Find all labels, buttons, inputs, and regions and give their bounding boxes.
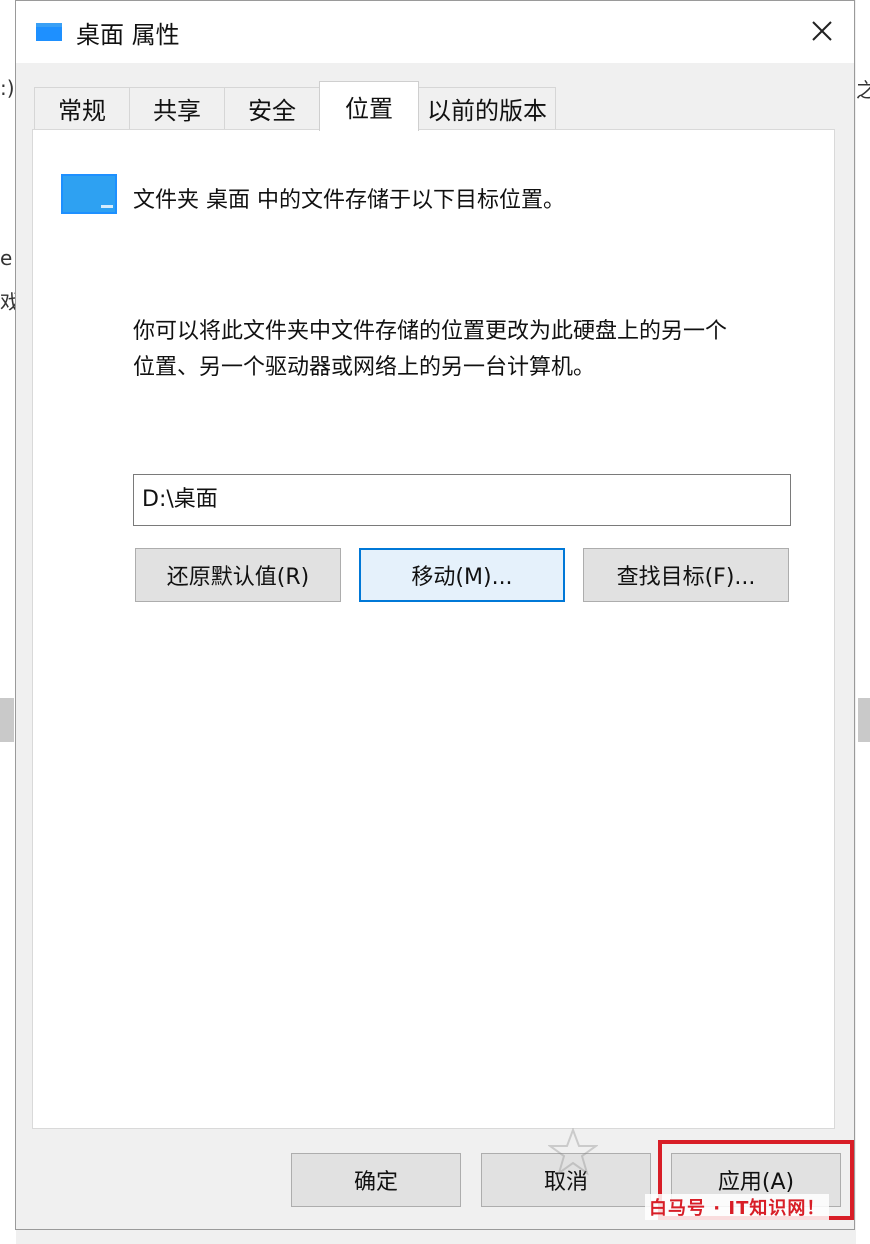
location-panel: 文件夹 桌面 中的文件存储于以下目标位置。 你可以将此文件夹中文件存储的位置更改…	[32, 129, 835, 1129]
background-text-fragment: :)	[0, 76, 15, 100]
background-window-right	[856, 0, 870, 1244]
move-button[interactable]: 移动(M)...	[359, 548, 565, 602]
tab-sharing[interactable]: 共享	[129, 87, 225, 129]
background-window-left	[0, 0, 16, 1244]
watermark-text: 白马号 · IT知识网！	[645, 1194, 830, 1220]
background-scrollbar	[0, 698, 14, 742]
target-path-input[interactable]: D:\桌面	[133, 474, 791, 526]
title-bar: 桌面 属性	[16, 1, 854, 63]
background-scrollbar	[858, 698, 870, 742]
tab-previous-versions[interactable]: 以前的版本	[418, 87, 556, 129]
explanation-line: 你可以将此文件夹中文件存储的位置更改为此硬盘上的另一个	[133, 319, 728, 344]
watermark-star-icon	[548, 1128, 598, 1176]
background-text-fragment: 之	[856, 78, 870, 102]
explanation-line: 位置、另一个驱动器或网络上的另一台计算机。	[133, 355, 596, 380]
find-target-button[interactable]: 查找目标(F)...	[583, 548, 789, 602]
tab-security[interactable]: 安全	[224, 87, 320, 129]
location-explanation: 你可以将此文件夹中文件存储的位置更改为此硬盘上的另一个 位置、另一个驱动器或网络…	[133, 314, 823, 386]
background-text-fragment: e	[0, 246, 13, 270]
properties-dialog: 桌面 属性 常规 共享 安全 位置 以前的版本 文件夹 桌面 中的文件存储于以下…	[15, 0, 855, 1230]
tab-general[interactable]: 常规	[34, 87, 130, 129]
restore-default-button[interactable]: 还原默认值(R)	[135, 548, 341, 602]
window-title: 桌面 属性	[76, 21, 180, 49]
folder-icon	[61, 174, 117, 214]
ok-button[interactable]: 确定	[291, 1153, 461, 1207]
location-description: 文件夹 桌面 中的文件存储于以下目标位置。	[133, 188, 565, 213]
close-button[interactable]	[800, 9, 844, 53]
tab-location[interactable]: 位置	[319, 81, 419, 131]
folder-icon	[36, 23, 62, 41]
close-icon	[812, 21, 832, 41]
